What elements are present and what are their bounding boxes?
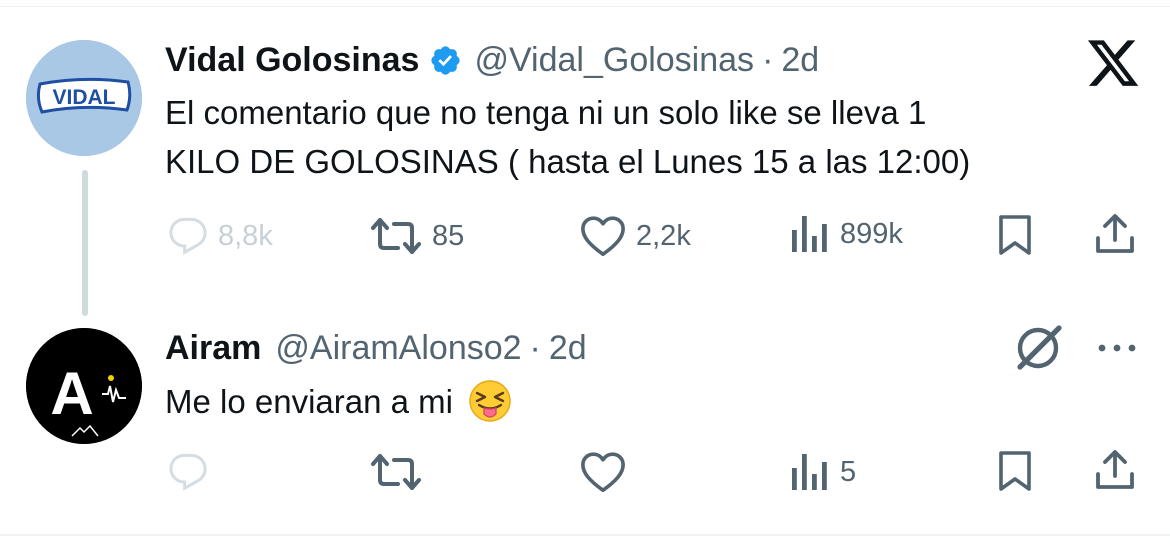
reply-header: Airam @AiramAlonso2 · 2d — [165, 326, 587, 370]
views-button[interactable]: 5 — [790, 452, 856, 492]
bookmark-icon[interactable] — [997, 450, 1033, 492]
separator-dot: · — [529, 328, 541, 367]
airam-avatar[interactable]: A — [26, 328, 142, 444]
views-button[interactable]: 899k — [790, 214, 903, 254]
author-name[interactable]: Airam — [165, 329, 261, 368]
vidal-avatar[interactable]: VIDAL — [26, 40, 142, 156]
bookmark-icon[interactable] — [997, 214, 1033, 256]
vidal-logo-text: VIDAL — [53, 86, 116, 109]
retweet-button[interactable]: 85 — [370, 216, 464, 256]
views-icon — [792, 216, 827, 252]
views-count: 5 — [840, 455, 857, 488]
reply-icon — [169, 217, 207, 255]
separator-dot: · — [762, 40, 774, 79]
share-icon[interactable] — [1094, 448, 1136, 492]
reply-text-content: Me lo enviaran a mi — [165, 383, 453, 420]
tweet-text: El comentario que no tenga ni un solo li… — [165, 88, 1105, 186]
tweet-text-line: El comentario que no tenga ni un solo li… — [165, 94, 927, 131]
bottom-divider — [0, 534, 1170, 536]
tweet-header: Vidal Golosinas @Vidal_Golosinas · 2d — [165, 38, 819, 82]
timestamp[interactable]: 2d — [549, 329, 587, 368]
heart-icon[interactable] — [580, 450, 626, 494]
like-button[interactable]: 2,2k — [580, 214, 691, 258]
retweet-icon — [371, 218, 421, 254]
squinting-face-with-tongue-icon — [469, 380, 511, 422]
like-count: 2,2k — [636, 219, 691, 252]
more-icon[interactable] — [1094, 340, 1140, 356]
views-icon — [792, 454, 827, 490]
author-handle[interactable]: @AiramAlonso2 — [275, 329, 521, 368]
views-count: 899k — [840, 217, 903, 250]
top-divider — [0, 6, 1170, 7]
timestamp[interactable]: 2d — [781, 41, 819, 80]
x-logo-icon[interactable] — [1085, 40, 1141, 92]
grok-icon[interactable] — [1014, 324, 1064, 372]
heart-icon — [581, 216, 625, 257]
thread-connector — [82, 170, 88, 316]
author-name[interactable]: Vidal Golosinas — [165, 41, 419, 80]
reply-button[interactable]: 8,8k — [168, 216, 273, 256]
reply-icon[interactable] — [168, 452, 208, 492]
share-icon[interactable] — [1094, 212, 1136, 256]
reply-text: Me lo enviaran a mi — [165, 377, 512, 426]
tweet-text-line: KILO DE GOLOSINAS ( hasta el Lunes 15 a … — [165, 143, 971, 180]
retweet-icon[interactable] — [370, 452, 422, 492]
reply-count: 8,8k — [218, 219, 273, 252]
author-handle[interactable]: @Vidal_Golosinas — [474, 41, 754, 80]
airam-logo-letter: A — [50, 360, 93, 427]
verified-badge-icon — [431, 45, 461, 75]
retweet-count: 85 — [432, 219, 465, 252]
